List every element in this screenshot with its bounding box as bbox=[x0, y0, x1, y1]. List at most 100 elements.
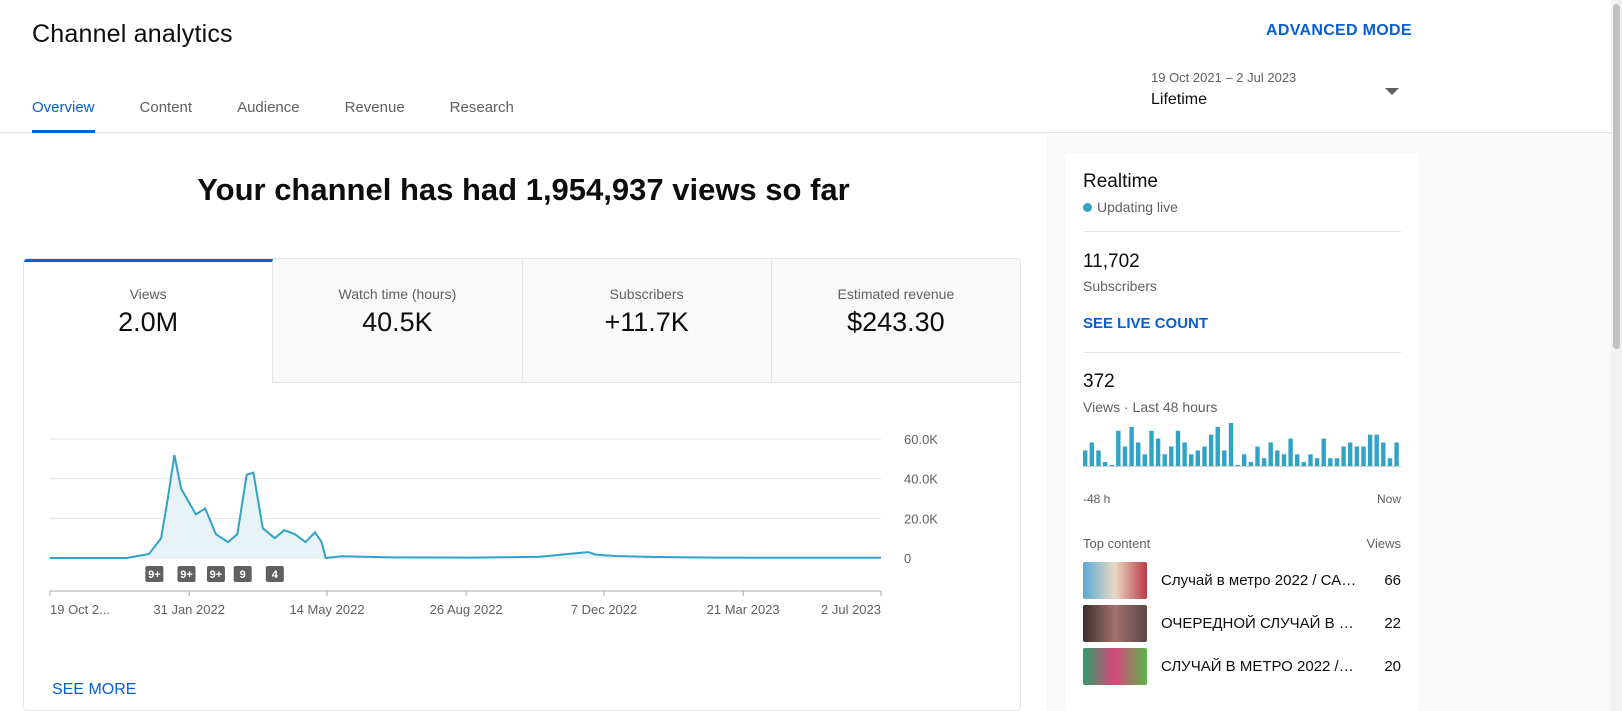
event-marker-label: 9+ bbox=[210, 569, 223, 581]
event-marker-label: 9+ bbox=[180, 569, 193, 581]
realtime-bar[interactable] bbox=[1169, 446, 1174, 467]
realtime-bar[interactable] bbox=[1195, 450, 1200, 466]
realtime-views-count: 372 bbox=[1083, 371, 1115, 392]
event-marker[interactable]: 9+ bbox=[177, 566, 196, 582]
realtime-bar[interactable] bbox=[1361, 446, 1366, 467]
top-content-row[interactable]: Случай в метро 2022 / САМЫЕ ... 66 bbox=[1083, 562, 1401, 599]
page-header: Channel analytics ADVANCED MODE Overview… bbox=[0, 0, 1622, 133]
realtime-bar[interactable] bbox=[1208, 434, 1214, 466]
metric-tab-watch-time[interactable]: Watch time (hours) 40.5K bbox=[273, 259, 523, 383]
x-tick-label: 26 Aug 2022 bbox=[430, 602, 503, 617]
realtime-bar[interactable] bbox=[1222, 450, 1227, 466]
see-live-count-link[interactable]: SEE LIVE COUNT bbox=[1083, 315, 1208, 332]
realtime-bar[interactable] bbox=[1155, 438, 1161, 466]
metric-value: 2.0M bbox=[118, 307, 179, 337]
video-thumbnail[interactable] bbox=[1083, 562, 1147, 599]
tab-research[interactable]: Research bbox=[450, 86, 514, 133]
video-title[interactable]: Случай в метро 2022 / САМЫЕ ... bbox=[1161, 572, 1357, 589]
top-content-row[interactable]: СЛУЧАЙ В МЕТРО 2022 / ЛЕГЕНДА 20 bbox=[1083, 648, 1401, 685]
see-more-link[interactable]: SEE MORE bbox=[52, 681, 136, 699]
video-thumbnail[interactable] bbox=[1083, 605, 1147, 642]
realtime-bar[interactable] bbox=[1341, 446, 1346, 467]
realtime-bar[interactable] bbox=[1182, 442, 1187, 467]
realtime-bar[interactable] bbox=[1089, 442, 1094, 467]
realtime-bar[interactable] bbox=[1129, 426, 1134, 466]
video-views: 22 bbox=[1384, 615, 1401, 632]
page-scrollbar[interactable] bbox=[1611, 0, 1622, 711]
realtime-bar[interactable] bbox=[1328, 458, 1333, 466]
realtime-bar[interactable] bbox=[1301, 462, 1306, 466]
realtime-bar[interactable] bbox=[1275, 450, 1280, 466]
realtime-bar[interactable] bbox=[1367, 434, 1373, 466]
metric-tab-revenue[interactable]: Estimated revenue $243.30 bbox=[771, 259, 1020, 383]
metric-tab-views[interactable]: Views 2.0M bbox=[24, 259, 274, 383]
realtime-bar[interactable] bbox=[1102, 462, 1108, 466]
realtime-bar[interactable] bbox=[1228, 423, 1234, 466]
advanced-mode-button[interactable]: ADVANCED MODE bbox=[1266, 22, 1412, 40]
realtime-bar[interactable] bbox=[1202, 446, 1207, 467]
realtime-bar[interactable] bbox=[1122, 446, 1128, 467]
tab-content[interactable]: Content bbox=[140, 86, 193, 133]
realtime-bar[interactable] bbox=[1242, 454, 1247, 466]
x-tick-label: 7 Dec 2022 bbox=[571, 602, 638, 617]
scrollbar-thumb[interactable] bbox=[1613, 4, 1620, 349]
realtime-bar[interactable] bbox=[1096, 450, 1101, 466]
event-marker[interactable]: 9+ bbox=[206, 566, 225, 582]
realtime-bar[interactable] bbox=[1149, 430, 1154, 466]
realtime-bar[interactable] bbox=[1308, 454, 1313, 466]
realtime-bar[interactable] bbox=[1288, 438, 1293, 466]
metric-label: Estimated revenue bbox=[837, 286, 955, 302]
realtime-bar[interactable] bbox=[1374, 434, 1379, 466]
realtime-bar[interactable] bbox=[1215, 426, 1220, 466]
realtime-bar[interactable] bbox=[1142, 454, 1147, 466]
metric-value: +11.7K bbox=[604, 307, 689, 337]
realtime-bar[interactable] bbox=[1354, 446, 1359, 467]
date-range-picker[interactable]: 19 Oct 2021 – 2 Jul 2023 Lifetime bbox=[1151, 70, 1399, 120]
realtime-bar[interactable] bbox=[1136, 442, 1141, 467]
realtime-bar[interactable] bbox=[1348, 442, 1353, 467]
realtime-bar[interactable] bbox=[1321, 438, 1326, 466]
x-tick-label: 21 Mar 2023 bbox=[707, 602, 780, 617]
realtime-bar[interactable] bbox=[1387, 458, 1393, 466]
video-thumbnail[interactable] bbox=[1083, 648, 1147, 685]
views-column-heading: Views bbox=[1366, 536, 1401, 551]
overview-panel: Your channel has had 1,954,937 views so … bbox=[0, 134, 1047, 711]
realtime-bar[interactable] bbox=[1394, 442, 1399, 467]
realtime-bar[interactable] bbox=[1314, 458, 1320, 466]
metric-tab-subscribers[interactable]: Subscribers +11.7K bbox=[522, 259, 772, 383]
live-indicator: Updating live bbox=[1083, 199, 1178, 215]
event-marker-label: 9 bbox=[240, 569, 246, 581]
video-title[interactable]: СЛУЧАЙ В МЕТРО 2022 / ЛЕГЕНДА bbox=[1161, 658, 1357, 675]
realtime-bar[interactable] bbox=[1189, 454, 1194, 466]
event-marker[interactable]: 9 bbox=[233, 566, 252, 582]
realtime-bar[interactable] bbox=[1175, 430, 1181, 466]
realtime-bar[interactable] bbox=[1334, 458, 1340, 466]
realtime-bar[interactable] bbox=[1248, 462, 1253, 466]
caret-down-icon[interactable] bbox=[1385, 88, 1399, 95]
realtime-bar[interactable] bbox=[1295, 454, 1300, 466]
tab-revenue[interactable]: Revenue bbox=[345, 86, 405, 133]
realtime-bar[interactable] bbox=[1162, 454, 1167, 466]
top-content-row[interactable]: ОЧЕРЕДНОЙ СЛУЧАЙ В МЕТРО 2022 22 bbox=[1083, 605, 1401, 642]
event-marker[interactable]: 9+ bbox=[145, 566, 164, 582]
top-content-heading: Top content bbox=[1083, 536, 1151, 551]
realtime-bar[interactable] bbox=[1109, 465, 1114, 466]
realtime-bar[interactable] bbox=[1261, 458, 1267, 466]
realtime-bar[interactable] bbox=[1281, 454, 1287, 466]
realtime-bar[interactable] bbox=[1381, 442, 1386, 467]
x-tick-label: 2 Jul 2023 bbox=[821, 602, 881, 617]
realtime-bar[interactable] bbox=[1255, 446, 1260, 467]
metric-label: Subscribers bbox=[609, 286, 684, 302]
realtime-bar[interactable] bbox=[1116, 430, 1121, 466]
y-tick-label: 0 bbox=[904, 551, 911, 566]
tab-audience[interactable]: Audience bbox=[237, 86, 300, 133]
tab-overview[interactable]: Overview bbox=[32, 86, 95, 133]
event-marker[interactable]: 4 bbox=[265, 566, 284, 582]
x-tick-label: 19 Oct 2... bbox=[50, 602, 110, 617]
realtime-bar[interactable] bbox=[1083, 450, 1088, 466]
video-title[interactable]: ОЧЕРЕДНОЙ СЛУЧАЙ В МЕТРО 2022 bbox=[1161, 615, 1357, 632]
realtime-bar[interactable] bbox=[1268, 442, 1273, 467]
metric-label: Views bbox=[129, 286, 167, 302]
realtime-bar[interactable] bbox=[1235, 465, 1240, 466]
y-tick-label: 60.0K bbox=[904, 432, 938, 447]
